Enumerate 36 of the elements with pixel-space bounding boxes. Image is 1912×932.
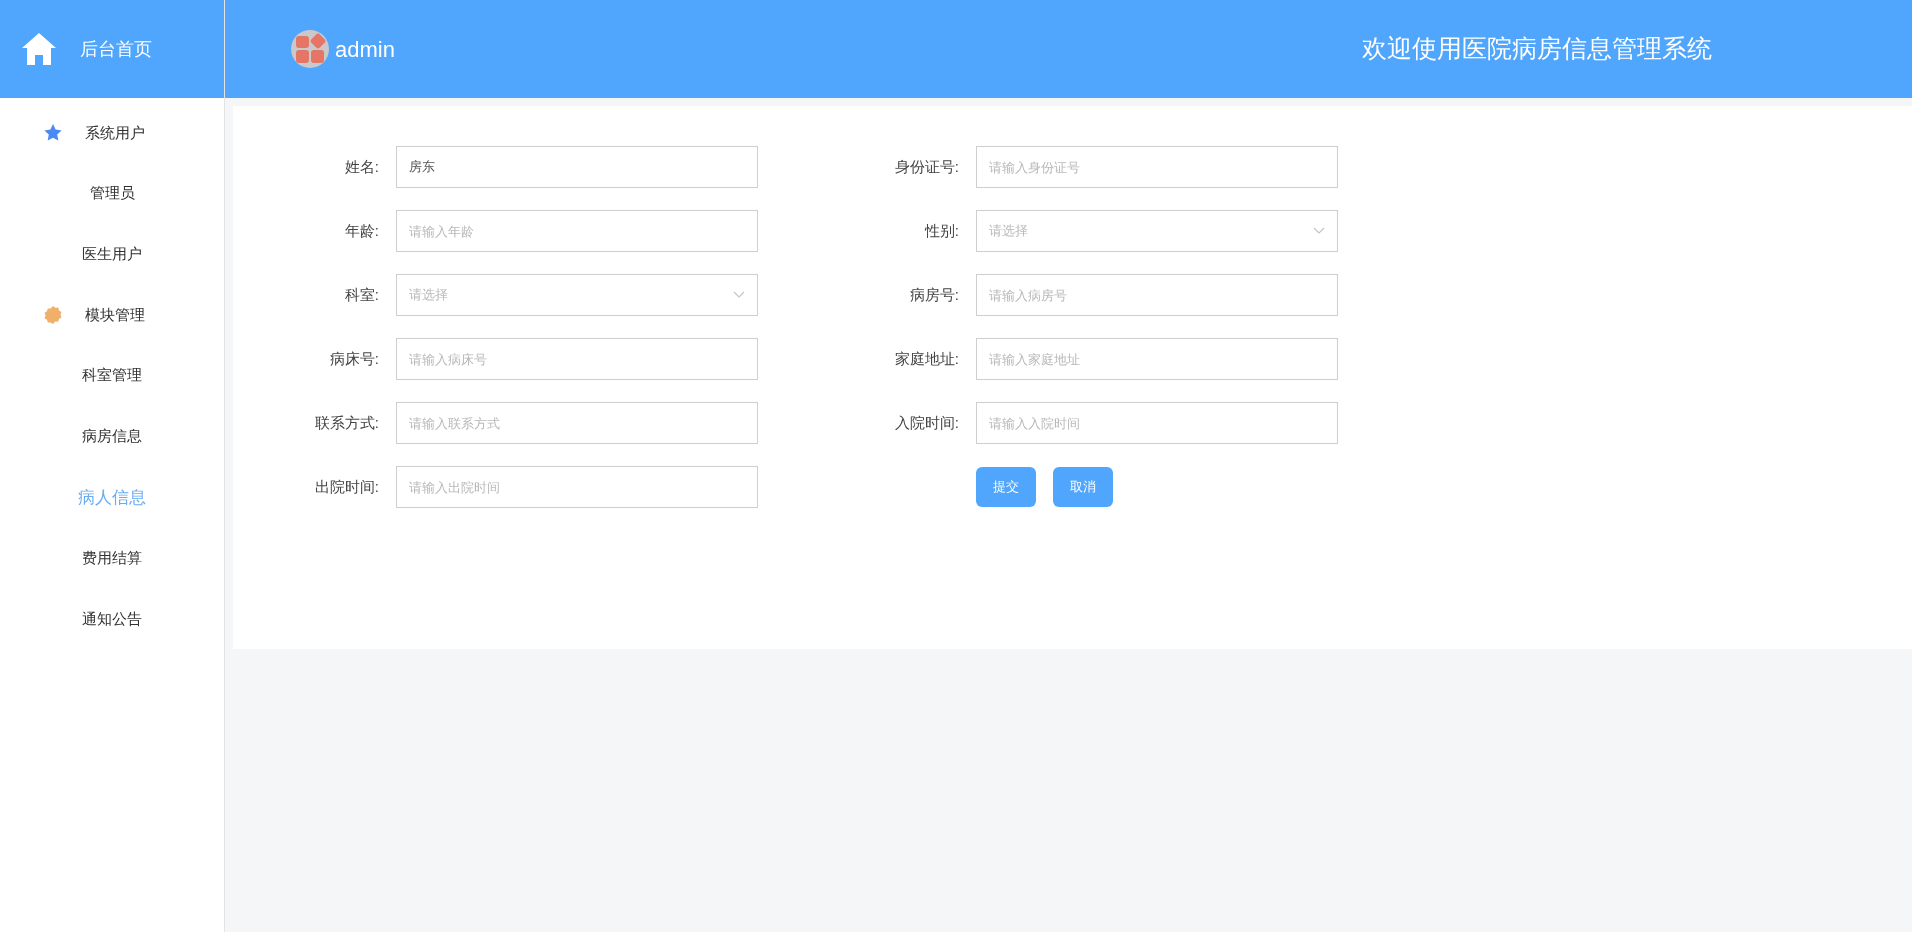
menu-item[interactable]: 病房信息 [0, 406, 224, 467]
avatar-icon [291, 30, 329, 68]
input-field[interactable]: 请输入年龄 [396, 210, 758, 252]
field-label: 病床号: [328, 348, 380, 369]
chevron-down-icon [733, 291, 745, 299]
chevron-down-icon [1313, 227, 1325, 235]
menu-item[interactable]: 医生用户 [0, 224, 224, 285]
input-field[interactable]: 请输入联系方式 [396, 402, 758, 444]
field-label: 年龄: [343, 220, 380, 241]
input-field[interactable]: 请输入出院时间 [396, 466, 758, 508]
input-field[interactable]: 请输入病房号 [976, 274, 1338, 316]
menu-group-title[interactable]: 模块管理 [85, 303, 145, 327]
input-field[interactable]: 请输入家庭地址 [976, 338, 1338, 380]
field-label: 家庭地址: [893, 348, 960, 369]
menu-item[interactable]: 费用结算 [0, 528, 224, 589]
field-label: 联系方式: [313, 412, 380, 433]
menu-item[interactable]: 科室管理 [0, 345, 224, 406]
field-label: 性别: [923, 220, 960, 241]
field-label: 入院时间: [893, 412, 960, 433]
system-title: 欢迎使用医院病房信息管理系统 [1362, 33, 1712, 65]
field-label: 出院时间: [313, 476, 380, 497]
field-label: 姓名: [343, 156, 380, 177]
menu-group-title[interactable]: 系统用户 [85, 121, 145, 145]
field-label: 病房号: [908, 284, 960, 305]
field-label: 身份证号: [893, 156, 960, 177]
select-placeholder: 请选择 [409, 286, 448, 305]
username: admin [335, 35, 395, 64]
input-field[interactable]: 请输入病床号 [396, 338, 758, 380]
field-label: 科室: [343, 284, 380, 305]
select-placeholder: 请选择 [989, 222, 1028, 241]
input-field[interactable]: 请输入身份证号 [976, 146, 1338, 188]
home-icon [20, 31, 58, 67]
menu-item[interactable]: 管理员 [0, 163, 224, 224]
menu-item[interactable]: 通知公告 [0, 589, 224, 650]
input-field[interactable]: 请输入入院时间 [976, 402, 1338, 444]
input-field[interactable]: 房东 [396, 146, 758, 188]
